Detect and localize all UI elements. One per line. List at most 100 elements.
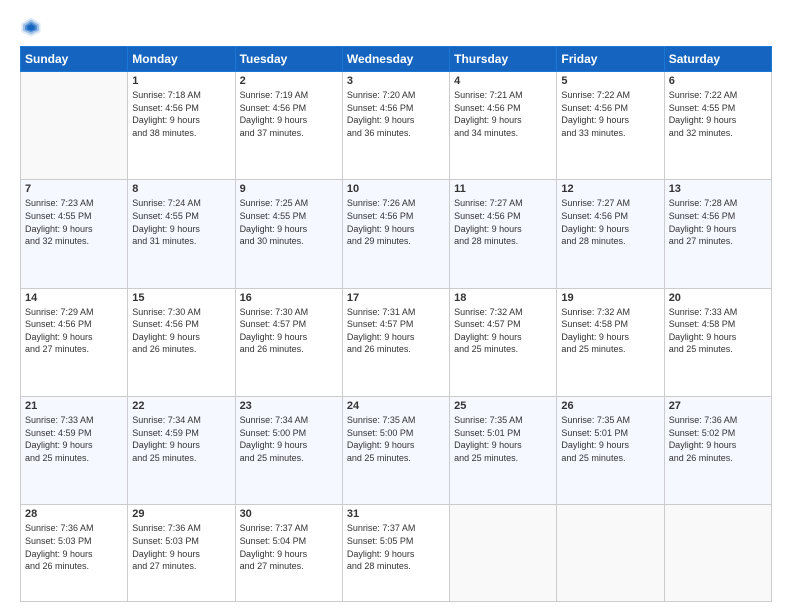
day-number: 29 xyxy=(132,508,230,520)
calendar-cell: 19 Sunrise: 7:32 AM Sunset: 4:58 PM Dayli… xyxy=(557,288,664,396)
day-number: 31 xyxy=(347,508,445,520)
day-number: 13 xyxy=(669,183,767,195)
calendar-cell: 21 Sunrise: 7:33 AM Sunset: 4:59 PM Dayli… xyxy=(21,396,128,504)
calendar-cell: 25 Sunrise: 7:35 AM Sunset: 5:01 PM Dayli… xyxy=(450,396,557,504)
calendar-cell: 16Sunrise: 7:30 AM Sunset: 4:57 PM Dayli… xyxy=(235,288,342,396)
day-number: 16 xyxy=(240,292,338,304)
day-info: Sunrise: 7:22 AM Sunset: 4:56 PM Dayligh… xyxy=(561,89,659,139)
calendar-cell: 23 Sunrise: 7:34 AM Sunset: 5:00 PM Dayli… xyxy=(235,396,342,504)
day-info: Sunrise: 7:32 AM Sunset: 4:57 PM Dayligh… xyxy=(454,306,552,356)
calendar-cell: 28Sunrise: 7:36 AM Sunset: 5:03 PM Dayli… xyxy=(21,505,128,602)
calendar-cell: 20 Sunrise: 7:33 AM Sunset: 4:58 PM Dayli… xyxy=(664,288,771,396)
calendar-cell: 12 Sunrise: 7:27 AM Sunset: 4:56 PM Dayli… xyxy=(557,180,664,288)
day-info: Sunrise: 7:27 AM Sunset: 4:56 PM Dayligh… xyxy=(454,197,552,247)
calendar-cell: 8 Sunrise: 7:24 AM Sunset: 4:55 PM Daylig… xyxy=(128,180,235,288)
calendar-week-row: 28Sunrise: 7:36 AM Sunset: 5:03 PM Dayli… xyxy=(21,505,772,602)
day-header-tuesday: Tuesday xyxy=(235,47,342,72)
calendar-cell: 10 Sunrise: 7:26 AM Sunset: 4:56 PM Dayli… xyxy=(342,180,449,288)
day-info: Sunrise: 7:36 AM Sunset: 5:02 PM Dayligh… xyxy=(669,414,767,464)
day-info: Sunrise: 7:22 AM Sunset: 4:55 PM Dayligh… xyxy=(669,89,767,139)
day-info: Sunrise: 7:34 AM Sunset: 4:59 PM Dayligh… xyxy=(132,414,230,464)
calendar-table: SundayMondayTuesdayWednesdayThursdayFrid… xyxy=(20,46,772,602)
day-number: 6 xyxy=(669,75,767,87)
day-number: 1 xyxy=(132,75,230,87)
day-number: 25 xyxy=(454,400,552,412)
calendar-cell: 22 Sunrise: 7:34 AM Sunset: 4:59 PM Dayli… xyxy=(128,396,235,504)
day-info: Sunrise: 7:33 AM Sunset: 4:59 PM Dayligh… xyxy=(25,414,123,464)
calendar-cell: 9Sunrise: 7:25 AM Sunset: 4:55 PM Daylig… xyxy=(235,180,342,288)
day-info: Sunrise: 7:28 AM Sunset: 4:56 PM Dayligh… xyxy=(669,197,767,247)
calendar-cell: 13 Sunrise: 7:28 AM Sunset: 4:56 PM Dayli… xyxy=(664,180,771,288)
calendar-cell: 30 Sunrise: 7:37 AM Sunset: 5:04 PM Dayli… xyxy=(235,505,342,602)
day-info: Sunrise: 7:30 AM Sunset: 4:56 PM Dayligh… xyxy=(132,306,230,356)
day-info: Sunrise: 7:32 AM Sunset: 4:58 PM Dayligh… xyxy=(561,306,659,356)
day-number: 9 xyxy=(240,183,338,195)
calendar-cell xyxy=(557,505,664,602)
day-info: Sunrise: 7:37 AM Sunset: 5:05 PM Dayligh… xyxy=(347,522,445,572)
day-number: 30 xyxy=(240,508,338,520)
day-info: Sunrise: 7:26 AM Sunset: 4:56 PM Dayligh… xyxy=(347,197,445,247)
calendar-cell: 6 Sunrise: 7:22 AM Sunset: 4:55 PM Daylig… xyxy=(664,72,771,180)
day-info: Sunrise: 7:19 AM Sunset: 4:56 PM Dayligh… xyxy=(240,89,338,139)
calendar-cell: 2Sunrise: 7:19 AM Sunset: 4:56 PM Daylig… xyxy=(235,72,342,180)
day-number: 26 xyxy=(561,400,659,412)
day-number: 11 xyxy=(454,183,552,195)
day-info: Sunrise: 7:35 AM Sunset: 5:01 PM Dayligh… xyxy=(454,414,552,464)
day-info: Sunrise: 7:23 AM Sunset: 4:55 PM Dayligh… xyxy=(25,197,123,247)
day-info: Sunrise: 7:33 AM Sunset: 4:58 PM Dayligh… xyxy=(669,306,767,356)
day-header-thursday: Thursday xyxy=(450,47,557,72)
day-info: Sunrise: 7:31 AM Sunset: 4:57 PM Dayligh… xyxy=(347,306,445,356)
day-number: 19 xyxy=(561,292,659,304)
calendar-cell: 17 Sunrise: 7:31 AM Sunset: 4:57 PM Dayli… xyxy=(342,288,449,396)
calendar-cell xyxy=(450,505,557,602)
day-number: 3 xyxy=(347,75,445,87)
day-number: 17 xyxy=(347,292,445,304)
day-header-saturday: Saturday xyxy=(664,47,771,72)
calendar-cell xyxy=(21,72,128,180)
day-header-sunday: Sunday xyxy=(21,47,128,72)
day-info: Sunrise: 7:27 AM Sunset: 4:56 PM Dayligh… xyxy=(561,197,659,247)
day-number: 4 xyxy=(454,75,552,87)
calendar-week-row: 14Sunrise: 7:29 AM Sunset: 4:56 PM Dayli… xyxy=(21,288,772,396)
calendar-cell: 3 Sunrise: 7:20 AM Sunset: 4:56 PM Daylig… xyxy=(342,72,449,180)
day-info: Sunrise: 7:18 AM Sunset: 4:56 PM Dayligh… xyxy=(132,89,230,139)
day-number: 20 xyxy=(669,292,767,304)
logo xyxy=(20,16,46,38)
day-number: 18 xyxy=(454,292,552,304)
day-info: Sunrise: 7:35 AM Sunset: 5:01 PM Dayligh… xyxy=(561,414,659,464)
calendar-cell: 27 Sunrise: 7:36 AM Sunset: 5:02 PM Dayli… xyxy=(664,396,771,504)
day-number: 14 xyxy=(25,292,123,304)
header xyxy=(20,16,772,38)
day-number: 21 xyxy=(25,400,123,412)
day-number: 15 xyxy=(132,292,230,304)
calendar-cell: 14Sunrise: 7:29 AM Sunset: 4:56 PM Dayli… xyxy=(21,288,128,396)
calendar-cell: 7 Sunrise: 7:23 AM Sunset: 4:55 PM Daylig… xyxy=(21,180,128,288)
calendar-cell: 4 Sunrise: 7:21 AM Sunset: 4:56 PM Daylig… xyxy=(450,72,557,180)
calendar-cell: 15 Sunrise: 7:30 AM Sunset: 4:56 PM Dayli… xyxy=(128,288,235,396)
calendar-cell: 24 Sunrise: 7:35 AM Sunset: 5:00 PM Dayli… xyxy=(342,396,449,504)
day-number: 12 xyxy=(561,183,659,195)
calendar-cell: 18 Sunrise: 7:32 AM Sunset: 4:57 PM Dayli… xyxy=(450,288,557,396)
day-info: Sunrise: 7:20 AM Sunset: 4:56 PM Dayligh… xyxy=(347,89,445,139)
logo-icon xyxy=(20,16,42,38)
day-number: 27 xyxy=(669,400,767,412)
calendar-cell: 26 Sunrise: 7:35 AM Sunset: 5:01 PM Dayli… xyxy=(557,396,664,504)
day-info: Sunrise: 7:37 AM Sunset: 5:04 PM Dayligh… xyxy=(240,522,338,572)
calendar-week-row: 1 Sunrise: 7:18 AM Sunset: 4:56 PM Daylig… xyxy=(21,72,772,180)
day-info: Sunrise: 7:35 AM Sunset: 5:00 PM Dayligh… xyxy=(347,414,445,464)
page: SundayMondayTuesdayWednesdayThursdayFrid… xyxy=(0,0,792,612)
day-info: Sunrise: 7:34 AM Sunset: 5:00 PM Dayligh… xyxy=(240,414,338,464)
day-info: Sunrise: 7:21 AM Sunset: 4:56 PM Dayligh… xyxy=(454,89,552,139)
day-number: 24 xyxy=(347,400,445,412)
day-number: 23 xyxy=(240,400,338,412)
calendar-cell xyxy=(664,505,771,602)
day-number: 22 xyxy=(132,400,230,412)
day-info: Sunrise: 7:24 AM Sunset: 4:55 PM Dayligh… xyxy=(132,197,230,247)
day-number: 10 xyxy=(347,183,445,195)
calendar-cell: 1 Sunrise: 7:18 AM Sunset: 4:56 PM Daylig… xyxy=(128,72,235,180)
day-number: 7 xyxy=(25,183,123,195)
calendar-header-row: SundayMondayTuesdayWednesdayThursdayFrid… xyxy=(21,47,772,72)
day-number: 8 xyxy=(132,183,230,195)
calendar-week-row: 21 Sunrise: 7:33 AM Sunset: 4:59 PM Dayli… xyxy=(21,396,772,504)
calendar-cell: 5Sunrise: 7:22 AM Sunset: 4:56 PM Daylig… xyxy=(557,72,664,180)
